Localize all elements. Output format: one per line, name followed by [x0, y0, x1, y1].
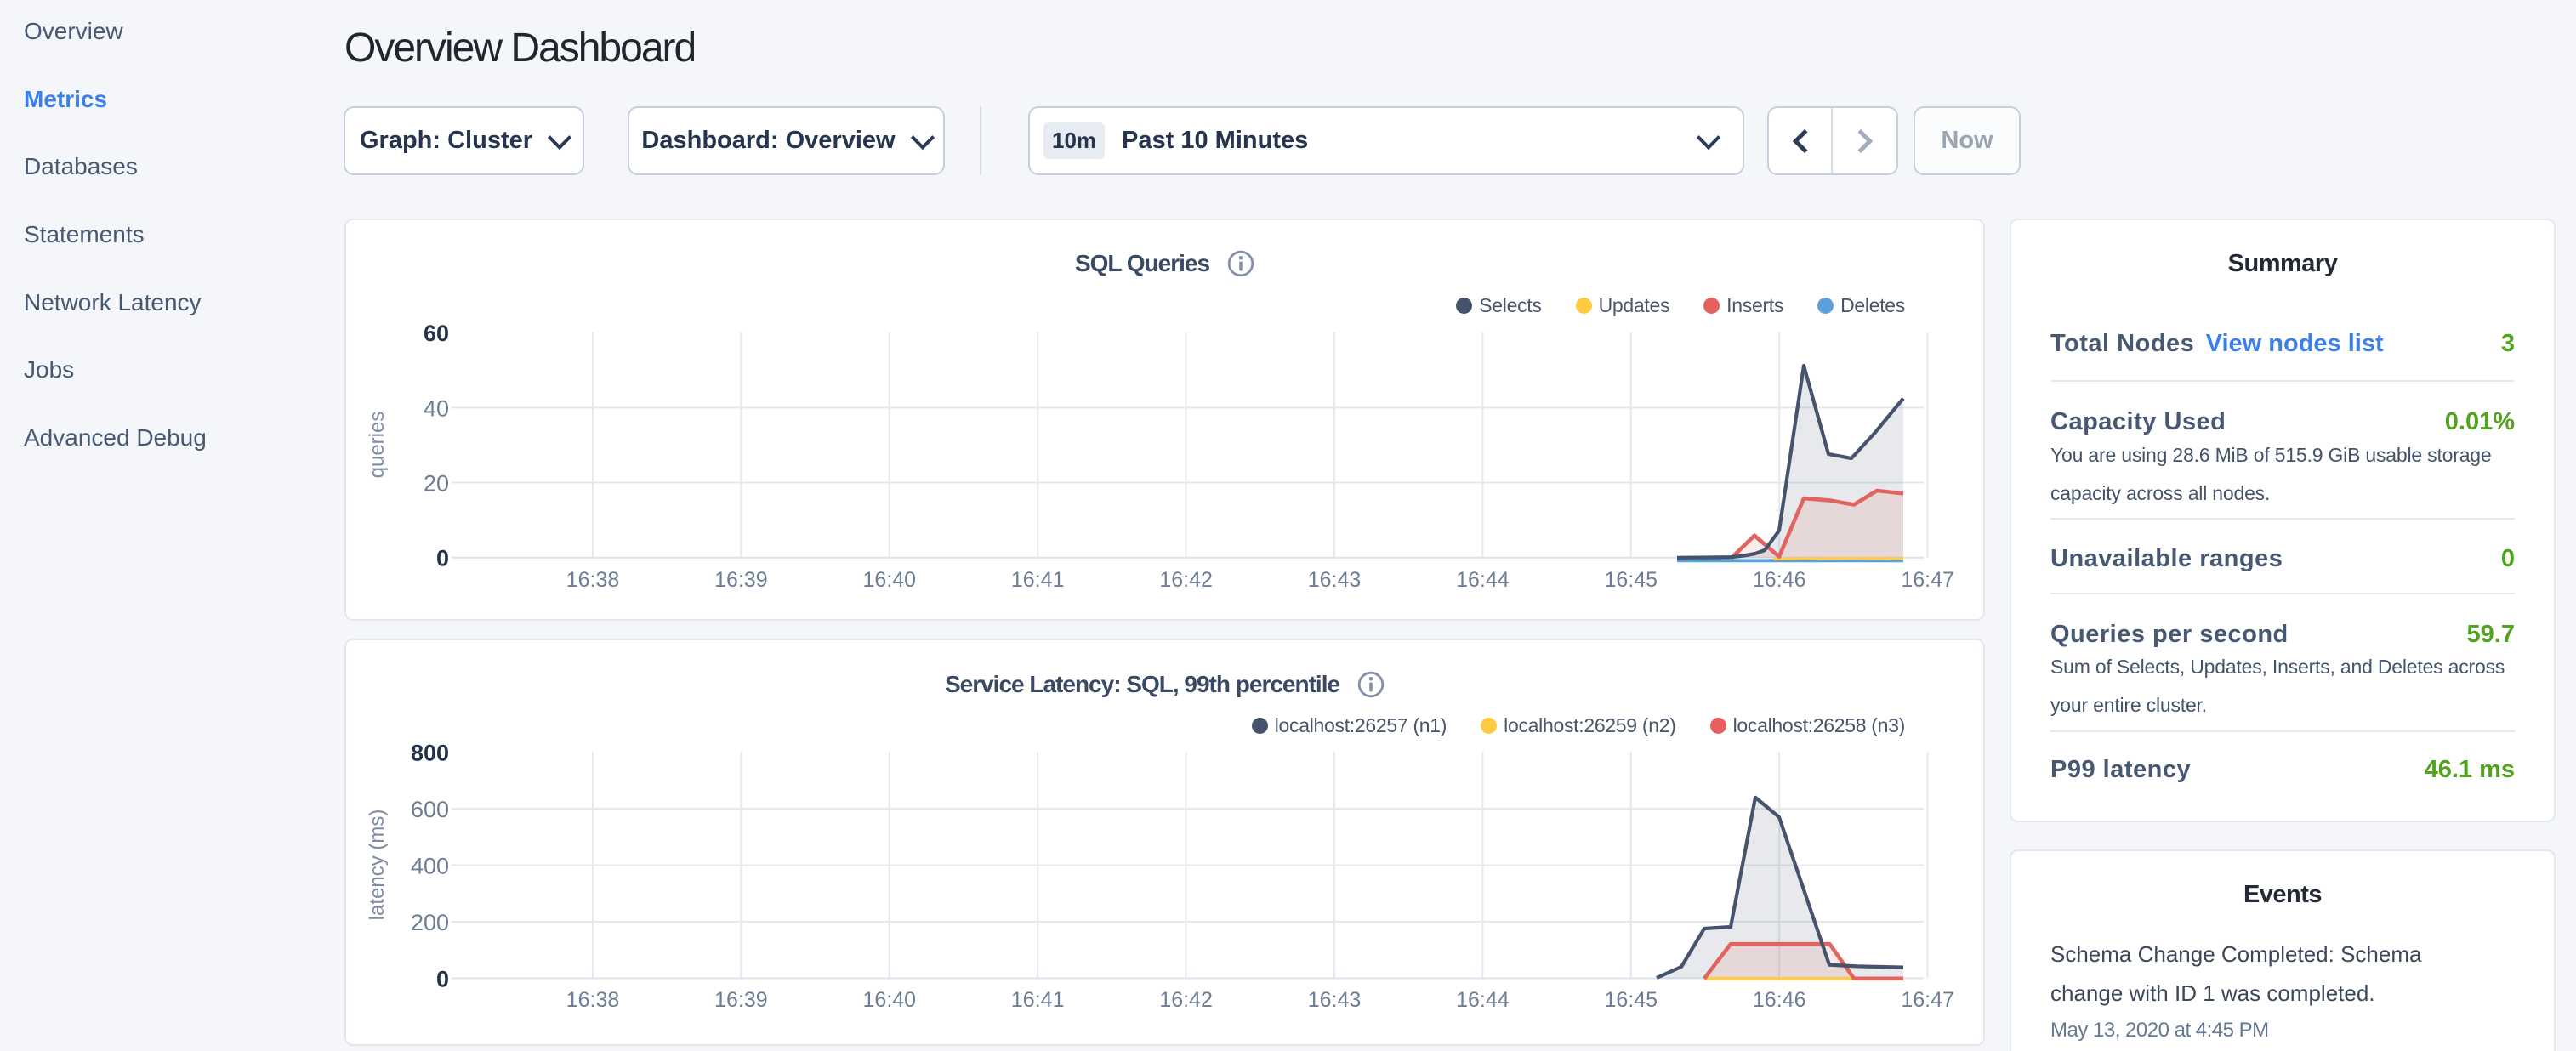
svg-text:16:41: 16:41: [1011, 988, 1065, 1012]
svg-text:0: 0: [436, 967, 449, 992]
svg-text:800: 800: [411, 741, 449, 766]
svg-text:queries: queries: [366, 412, 389, 479]
svg-text:16:39: 16:39: [714, 988, 768, 1012]
svg-text:400: 400: [411, 854, 449, 879]
svg-text:16:46: 16:46: [1753, 568, 1806, 592]
svg-text:60: 60: [424, 321, 449, 346]
svg-text:16:47: 16:47: [1901, 568, 1954, 592]
svg-text:200: 200: [411, 910, 449, 935]
svg-text:16:38: 16:38: [566, 568, 620, 592]
svg-text:40: 40: [424, 395, 449, 421]
svg-text:20: 20: [424, 471, 449, 497]
svg-text:latency (ms): latency (ms): [366, 810, 389, 921]
svg-text:16:41: 16:41: [1011, 568, 1065, 592]
svg-text:16:44: 16:44: [1456, 988, 1510, 1012]
svg-text:16:40: 16:40: [863, 988, 917, 1012]
svg-text:16:39: 16:39: [714, 568, 768, 592]
svg-text:16:45: 16:45: [1605, 568, 1658, 592]
svg-text:0: 0: [436, 546, 449, 571]
svg-text:16:42: 16:42: [1159, 568, 1213, 592]
svg-text:16:45: 16:45: [1605, 988, 1658, 1012]
svg-text:16:42: 16:42: [1159, 988, 1213, 1012]
svg-text:16:43: 16:43: [1308, 568, 1362, 592]
svg-text:16:46: 16:46: [1753, 988, 1806, 1012]
svg-text:16:38: 16:38: [566, 988, 620, 1012]
svg-text:16:47: 16:47: [1901, 988, 1954, 1012]
svg-text:16:40: 16:40: [863, 568, 917, 592]
svg-text:600: 600: [411, 797, 449, 822]
svg-text:16:44: 16:44: [1456, 568, 1510, 592]
svg-text:16:43: 16:43: [1308, 988, 1362, 1012]
